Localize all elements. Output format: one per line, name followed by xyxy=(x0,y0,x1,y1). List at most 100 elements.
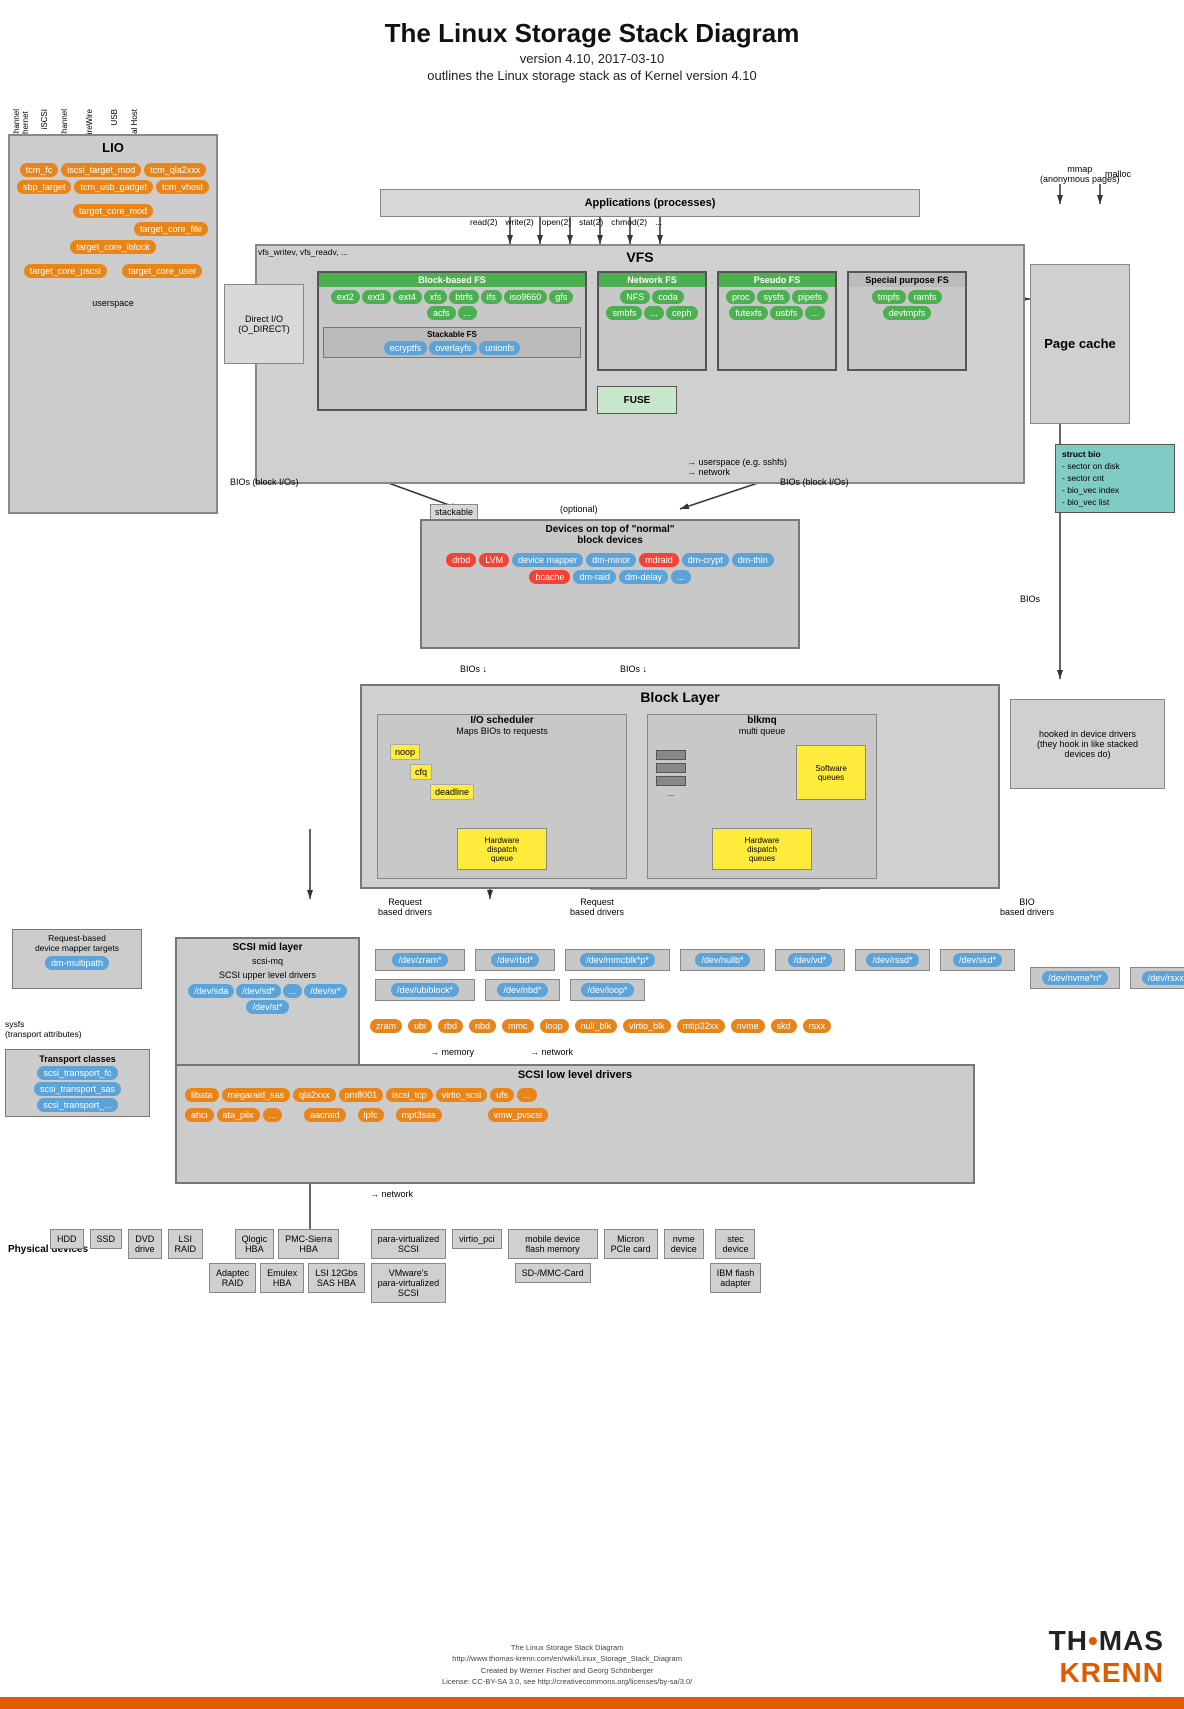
box-hdd: HDD xyxy=(50,1229,84,1249)
pill-dev-nbd: /dev/nbd* xyxy=(497,983,547,997)
pill-aacraid: aacraid xyxy=(304,1108,346,1122)
pill-pseudo-dots: ... xyxy=(805,306,825,320)
block-fs-section: Block-based FS ext2 ext3 ext4 xfs btrfs … xyxy=(317,271,587,411)
dev-nvme-box: /dev/nvme*n* xyxy=(1030,967,1120,989)
hw-dispatch-queue: Hardwaredispatchqueue xyxy=(457,828,547,870)
network-note2: → network xyxy=(370,1189,413,1199)
bio-based-drivers: BIObased drivers xyxy=(1000,897,1054,917)
pill-dev-nullb: /dev/nullb* xyxy=(695,953,749,967)
dev-loop-box: /dev/loop* xyxy=(570,979,645,1001)
pill-device-mapper: device mapper xyxy=(512,553,583,567)
pseudo-fs-label: Pseudo FS xyxy=(719,273,835,287)
struct-bio-box: struct bio - sector on disk- sector cnt-… xyxy=(1055,444,1175,513)
pill-dev-ubiblock: /dev/ubiblock* xyxy=(391,983,459,997)
blkmq-label: blkmq xyxy=(648,715,876,726)
pill-btrfs: btrfs xyxy=(449,290,479,304)
brand-krenn: KRENN xyxy=(1049,1657,1164,1689)
pill-rsxx: rsxx xyxy=(803,1019,832,1033)
pill-bcache: bcache xyxy=(529,570,570,584)
dev-rsxx-box: /dev/rsxx* xyxy=(1130,967,1184,989)
stackable-fs-box: Stackable FS ecryptfs overlayfs unionfs xyxy=(323,327,581,358)
pill-bd-dots: ... xyxy=(671,570,691,584)
io-scheduler-section: I/O scheduler Maps BIOs to requests noop… xyxy=(377,714,627,879)
pill-iso9660: iso9660 xyxy=(504,290,548,304)
box-nvme-device: nvmedevice xyxy=(664,1229,704,1259)
lio-label: LIO xyxy=(10,136,216,159)
pill-vmw-pvscsi: vmw_pvscsi xyxy=(488,1108,549,1122)
pseudo-fs-pills: proc sysfs pipefs futexfs usbfs ... xyxy=(719,287,835,323)
block-layer-section: Block Layer I/O scheduler Maps BIOs to r… xyxy=(360,684,1000,889)
dev-nullb-box: /dev/nullb* xyxy=(680,949,765,971)
box-dvd: DVDdrive xyxy=(128,1229,162,1259)
target-core-bottom-row: target_core_pscsi target_core_user xyxy=(10,264,216,278)
pill-qla2xxx: qla2xxx xyxy=(293,1088,336,1102)
scsi-upper-devs: /dev/sda /dev/sd* ... /dev/sr* /dev/st* xyxy=(177,980,358,1018)
hw-dispatch-queues: Hardwaredispatchqueues xyxy=(712,828,812,870)
pill-dev-loop: /dev/loop* xyxy=(581,983,633,997)
userspace-label: userspace xyxy=(10,298,216,308)
pill-loop: loop xyxy=(540,1019,569,1033)
pill-proc: proc xyxy=(726,290,756,304)
memory-note: → memory xyxy=(430,1047,474,1057)
scsi-low-section: SCSI low level drivers libata megaraid_s… xyxy=(175,1064,975,1184)
pill-dm-multipath: dm-multipath xyxy=(45,956,109,970)
queue-boxes-left: ... xyxy=(656,750,686,798)
pill-ext4: ext4 xyxy=(393,290,422,304)
pill-ahci-dots: ... xyxy=(263,1108,283,1122)
pill-nvme: nvme xyxy=(731,1019,765,1033)
bottom-info: The Linux Storage Stack Diagram http://w… xyxy=(442,1642,692,1687)
scsi-low-row2: ahci ata_piix ... aacraid lpfc mpt3sas v… xyxy=(177,1106,973,1124)
fuse-label: FUSE xyxy=(624,395,651,406)
network-fs-label: Network FS xyxy=(599,273,705,287)
software-queues: Softwarequeues xyxy=(796,745,866,800)
hba-row2: AdaptecRAID EmulexHBA LSI 12GbsSAS HBA xyxy=(209,1263,365,1293)
direct-io-box: Direct I/O(O_DIRECT) xyxy=(224,284,304,364)
pill-mpt3sas: mpt3sas xyxy=(396,1108,442,1122)
pill-scsi-sas: scsi_transport_sas xyxy=(34,1082,121,1096)
pill-lvm: LVM xyxy=(479,553,509,567)
syscall-stat: stat(2) xyxy=(579,217,603,227)
box-ssd: SSD xyxy=(90,1229,123,1249)
box-para-virt-scsi: para-virtualizedSCSI xyxy=(371,1229,447,1259)
pill-sysfs: sysfs xyxy=(757,290,790,304)
queue-box-3 xyxy=(656,776,686,786)
box-micron: MicronPCIe card xyxy=(604,1229,658,1259)
scsi-mid-label: SCSI mid layer xyxy=(177,939,358,956)
hooked-drivers-box: hooked in device drivers(they hook in li… xyxy=(1010,699,1165,789)
pill-scsi-fc: scsi_transport_fc xyxy=(37,1066,117,1080)
page-cache-box: Page cache xyxy=(1030,264,1130,424)
maps-bios-label: Maps BIOs to requests xyxy=(378,726,626,736)
scsi-low-row1: libata megaraid_sas qla2xxx pm8001 iscsi… xyxy=(177,1084,973,1106)
syscall-read: read(2) xyxy=(470,217,497,227)
box-ibm-flash: IBM flashadapter xyxy=(710,1263,762,1293)
box-virtio-pci: virtio_pci xyxy=(452,1229,502,1249)
pill-gfs: gfs xyxy=(549,290,573,304)
pill-skd: skd xyxy=(771,1019,797,1033)
box-adaptec: AdaptecRAID xyxy=(209,1263,256,1293)
request-based-right: Requestbased drivers xyxy=(570,897,624,917)
hooked-drivers-label: hooked in device drivers(they hook in li… xyxy=(1037,729,1138,759)
bios-left-label: BIOs (block I/Os) xyxy=(230,477,299,487)
pill-target-core-iblock: target_core_iblock xyxy=(70,240,156,254)
direct-io-label: Direct I/O(O_DIRECT) xyxy=(238,314,290,334)
driver-row: zram ubi rbd nbd mmc loop null_blk virti… xyxy=(370,1019,831,1033)
struct-bio-items: - sector on disk- sector cnt- bio_vec in… xyxy=(1062,461,1168,509)
pill-acfs: acfs xyxy=(427,306,456,320)
scheduler-items: noop cfq deadline xyxy=(386,740,626,804)
box-qlogic: QlogicHBA xyxy=(235,1229,275,1259)
subtitle2: outlines the Linux storage stack as of K… xyxy=(0,68,1184,83)
block-devices-section: Devices on top of "normal"block devices … xyxy=(420,519,800,649)
pill-scsi-low-dots: ... xyxy=(517,1088,537,1102)
pill-tcm-usb: tcm_usb_gadget xyxy=(74,180,153,194)
dev-rssd-box: /dev/rssd* xyxy=(855,949,930,971)
dev-skd-box: /dev/skd* xyxy=(940,949,1015,971)
box-stec: stecdevice xyxy=(715,1229,755,1259)
pill-dev-rbd: /dev/rbd* xyxy=(491,953,539,967)
pill-coda: coda xyxy=(652,290,684,304)
title-area: The Linux Storage Stack Diagram version … xyxy=(0,0,1184,89)
spacer3 xyxy=(387,1108,393,1122)
bios-right-label: BIOs (block I/Os) xyxy=(780,477,849,487)
target-core-mod-row: target_core_mod xyxy=(10,204,216,218)
pill-pipefs: pipefs xyxy=(792,290,828,304)
pill-mmc: mmc xyxy=(502,1019,534,1033)
